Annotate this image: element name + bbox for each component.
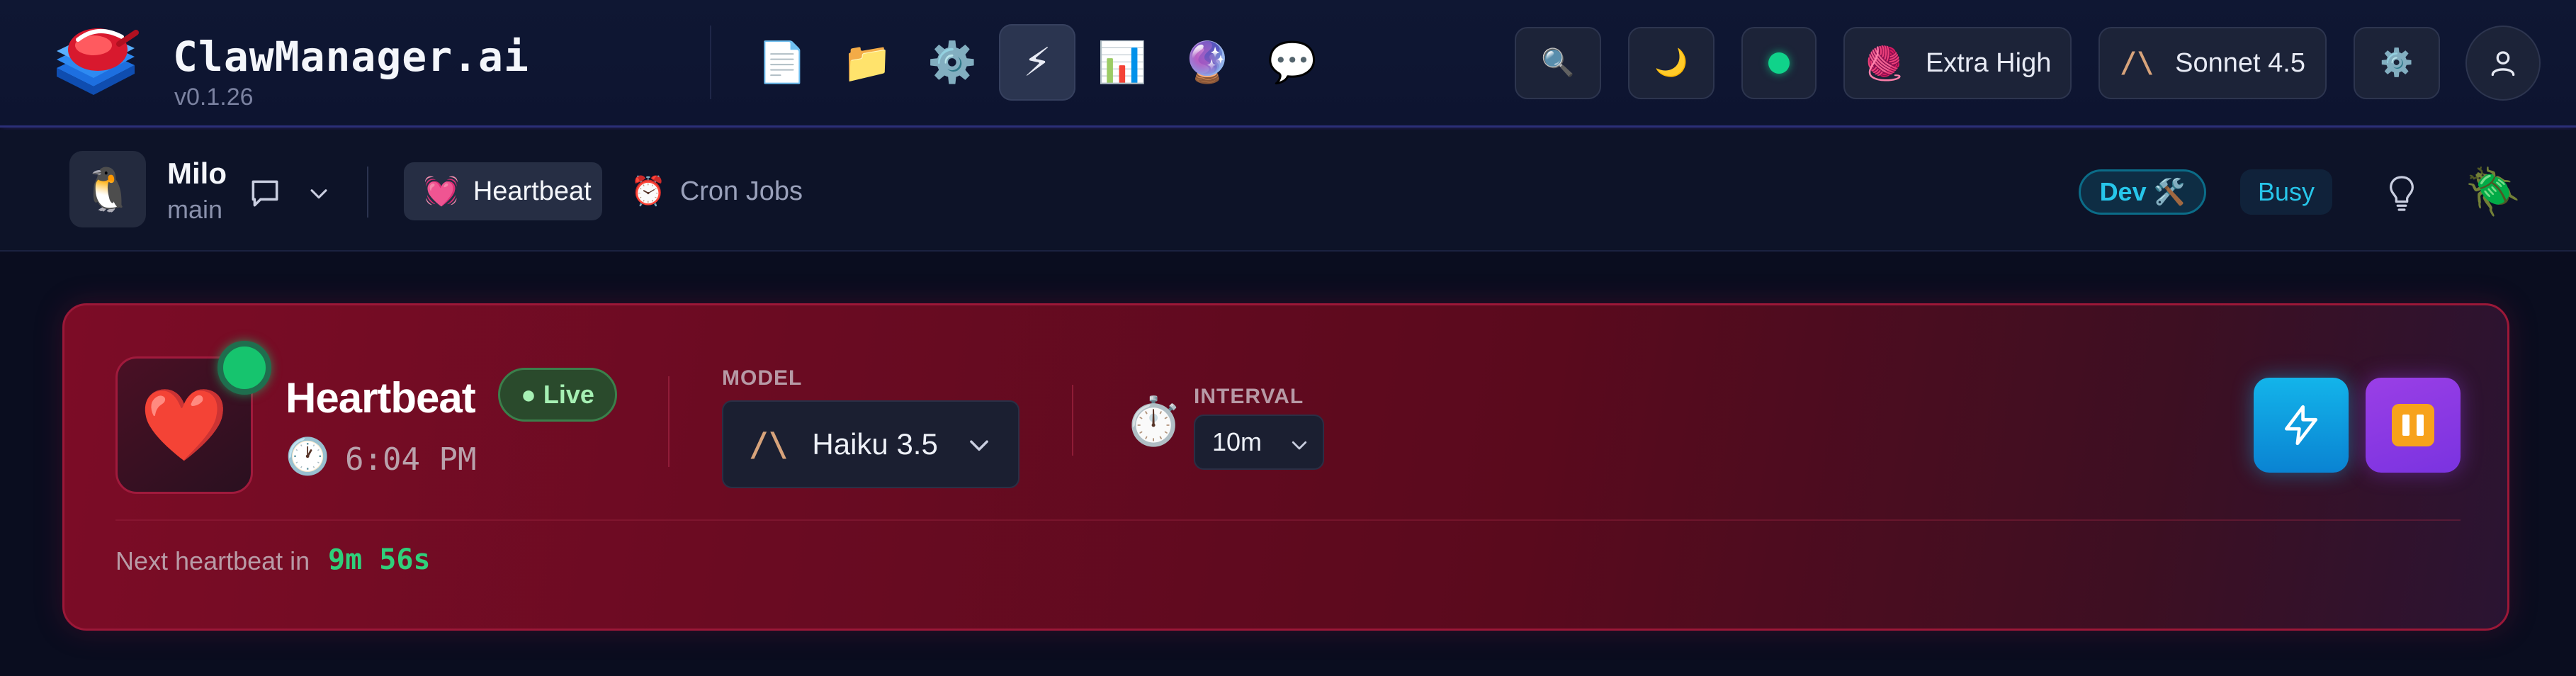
interval-label: INTERVAL: [1194, 385, 1304, 408]
tips-button[interactable]: [2373, 165, 2430, 222]
user-icon: [2491, 51, 2515, 77]
beating-heart-icon: 💓: [424, 176, 459, 207]
divider: [1072, 385, 1073, 456]
divider: [668, 376, 670, 467]
top-bar: ClawManager.ai v0.1.26 📄 📁 ⚙️ ⚡ 📊 🔮 💬 🔍 …: [0, 0, 2576, 128]
heartbeat-card: ❤️ Heartbeat ● Live 🕐 6:04 PM MODEL /\ H…: [62, 303, 2509, 631]
tab-heartbeat-label: Heartbeat: [473, 176, 592, 206]
clock-icon: 🕐: [286, 436, 330, 476]
alarm-clock-icon: ⏰: [631, 176, 666, 207]
nav-crystal-ball-icon[interactable]: 🔮: [1169, 24, 1245, 101]
run-heartbeat-button[interactable]: [2254, 378, 2349, 473]
heartbeat-interval-value: 10m: [1212, 427, 1262, 456]
anthropic-logo-icon: /\: [749, 425, 789, 463]
chevron-down-icon: [310, 189, 327, 199]
agent-branch: main: [167, 195, 223, 224]
theme-toggle-button[interactable]: 🌙: [1628, 27, 1714, 99]
agent-avatar-penguin-icon[interactable]: 🐧: [69, 151, 146, 227]
effort-level-button[interactable]: 🧶 Extra High: [1843, 27, 2072, 99]
dev-mode-badge[interactable]: Dev 🛠️: [2079, 169, 2206, 215]
agent-dropdown-button[interactable]: [298, 169, 340, 218]
chat-bubble-icon: [252, 180, 278, 207]
heartbeat-title: Heartbeat: [286, 374, 476, 422]
claw-logo-icon: [51, 18, 143, 109]
beetle-icon: 🪲: [2465, 165, 2521, 217]
chevron-down-icon: [1292, 441, 1307, 450]
pause-icon: [2392, 404, 2434, 446]
global-model-label: Sonnet 4.5: [2175, 47, 2305, 78]
heartbeat-model-select[interactable]: /\ Haiku 3.5: [722, 400, 1019, 488]
gear-icon: ⚙️: [2380, 48, 2414, 78]
connection-status-button[interactable]: [1741, 27, 1817, 99]
lightbulb-icon: [2390, 176, 2414, 211]
tab-cron-jobs[interactable]: ⏰ Cron Jobs: [611, 162, 809, 220]
global-model-button[interactable]: /\ Sonnet 4.5: [2098, 27, 2327, 99]
heartbeat-model-value: Haiku 3.5: [812, 427, 938, 461]
nav-lightning-icon[interactable]: ⚡: [999, 24, 1075, 101]
effort-level-label: Extra High: [1925, 47, 2052, 78]
settings-button[interactable]: ⚙️: [2354, 27, 2440, 99]
status-dot-icon: [1768, 52, 1790, 74]
agent-bar: 🐧 Milo main 💓 Heartbeat ⏰ Cron Jobs Dev …: [0, 130, 2576, 252]
busy-status-badge: Busy: [2240, 169, 2332, 215]
user-profile-button[interactable]: [2465, 26, 2541, 101]
anthropic-logo-icon: /\: [2120, 47, 2154, 79]
pause-heartbeat-button[interactable]: [2366, 378, 2461, 473]
agent-name: Milo: [167, 157, 227, 190]
nav-settings-icon[interactable]: ⚙️: [914, 24, 990, 101]
tab-cron-jobs-label: Cron Jobs: [679, 176, 803, 206]
yarn-icon: 🧶: [1863, 45, 1904, 81]
nav-chart-icon[interactable]: 📊: [1084, 24, 1160, 101]
nav-folder-icon[interactable]: 📁: [829, 24, 905, 101]
search-button[interactable]: 🔍: [1515, 27, 1601, 99]
stopwatch-icon: ⏱️: [1124, 395, 1183, 447]
heartbeat-interval-select[interactable]: 10m: [1194, 415, 1324, 470]
bug-report-button[interactable]: 🪲: [2461, 159, 2525, 223]
tab-heartbeat[interactable]: 💓 Heartbeat: [404, 162, 602, 220]
nav-documents-icon[interactable]: 📄: [744, 24, 820, 101]
next-heartbeat-countdown: 9m 56s: [328, 543, 431, 576]
main-nav: 📄 📁 ⚙️ ⚡ 📊 🔮 💬: [744, 24, 1331, 101]
live-status-badge: ● Live: [498, 368, 617, 422]
agent-chat-button[interactable]: [241, 169, 289, 218]
lightning-bolt-icon: [2285, 405, 2317, 446]
app-title: ClawManager.ai: [173, 33, 529, 81]
brand[interactable]: ClawManager.ai v0.1.26: [45, 14, 555, 113]
app-version: v0.1.26: [174, 84, 254, 111]
divider: [367, 167, 368, 218]
chevron-down-icon: [970, 440, 988, 451]
divider: [710, 26, 711, 99]
app-root: ClawManager.ai v0.1.26 📄 📁 ⚙️ ⚡ 📊 🔮 💬 🔍 …: [0, 0, 2576, 676]
search-icon: 🔍: [1541, 48, 1575, 78]
model-label: MODEL: [722, 366, 803, 390]
nav-chat-icon[interactable]: 💬: [1254, 24, 1331, 101]
live-indicator-dot: [218, 341, 271, 395]
divider: [115, 519, 2461, 521]
next-heartbeat-label: Next heartbeat in: [115, 546, 310, 575]
moon-icon: 🌙: [1654, 48, 1688, 78]
heartbeat-last-time: 6:04 PM: [345, 441, 477, 478]
